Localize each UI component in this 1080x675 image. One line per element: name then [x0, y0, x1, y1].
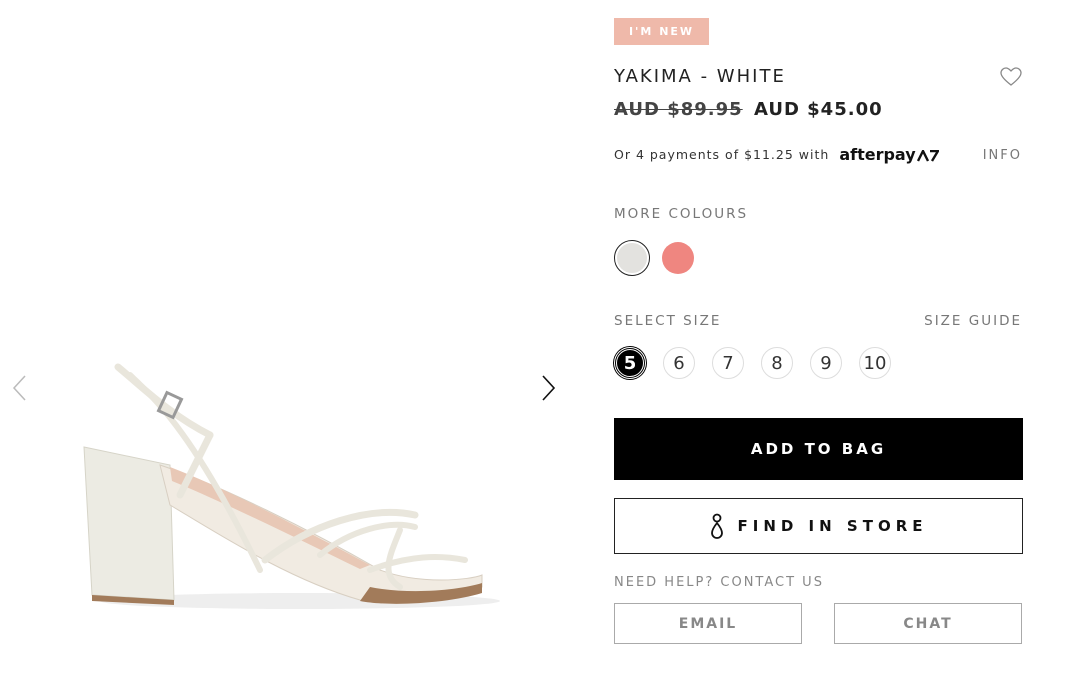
size-guide-link[interactable]: SIZE GUIDE	[924, 313, 1022, 329]
size-options: 5 6 7 8 9 10	[614, 347, 908, 379]
afterpay-info-link[interactable]: INFO	[983, 148, 1022, 163]
location-pin-icon	[710, 513, 723, 539]
email-button[interactable]: EMAIL	[614, 603, 802, 644]
find-in-store-button[interactable]: FIND IN STORE	[614, 498, 1023, 554]
product-image	[83, 363, 500, 609]
more-colours-label: MORE COLOURS	[614, 206, 749, 222]
size-option-7[interactable]: 7	[712, 347, 744, 379]
need-help-label: NEED HELP? CONTACT US	[614, 575, 824, 590]
size-option-5[interactable]: 5	[614, 347, 646, 379]
find-in-store-label: FIND IN STORE	[737, 517, 928, 535]
product-details: I'M NEW YAKIMA - WHITE AUD $89.95 AUD $4…	[614, 0, 1024, 675]
new-badge: I'M NEW	[614, 18, 709, 45]
chevron-left-icon[interactable]	[10, 372, 30, 404]
heart-icon[interactable]	[1000, 67, 1022, 87]
size-option-9[interactable]: 9	[810, 347, 842, 379]
afterpay-logo: afterpay	[839, 145, 940, 164]
product-gallery	[0, 0, 580, 675]
original-price: AUD $89.95	[614, 99, 743, 120]
chevron-right-icon[interactable]	[538, 372, 558, 404]
product-title: YAKIMA - WHITE	[614, 66, 786, 87]
sale-price: AUD $45.00	[753, 99, 883, 120]
size-option-6[interactable]: 6	[663, 347, 695, 379]
price: AUD $89.95 AUD $45.00	[614, 99, 883, 120]
afterpay-row: Or 4 payments of $11.25 with afterpay	[614, 145, 940, 164]
select-size-label: SELECT SIZE	[614, 313, 722, 329]
afterpay-text: Or 4 payments of $11.25 with	[614, 147, 830, 162]
colour-swatch-white[interactable]	[614, 240, 650, 276]
size-option-10[interactable]: 10	[859, 347, 891, 379]
size-option-8[interactable]: 8	[761, 347, 793, 379]
colour-swatch-pink[interactable]	[662, 242, 694, 274]
chat-button[interactable]: CHAT	[834, 603, 1022, 644]
add-to-bag-button[interactable]: ADD TO BAG	[614, 418, 1023, 480]
